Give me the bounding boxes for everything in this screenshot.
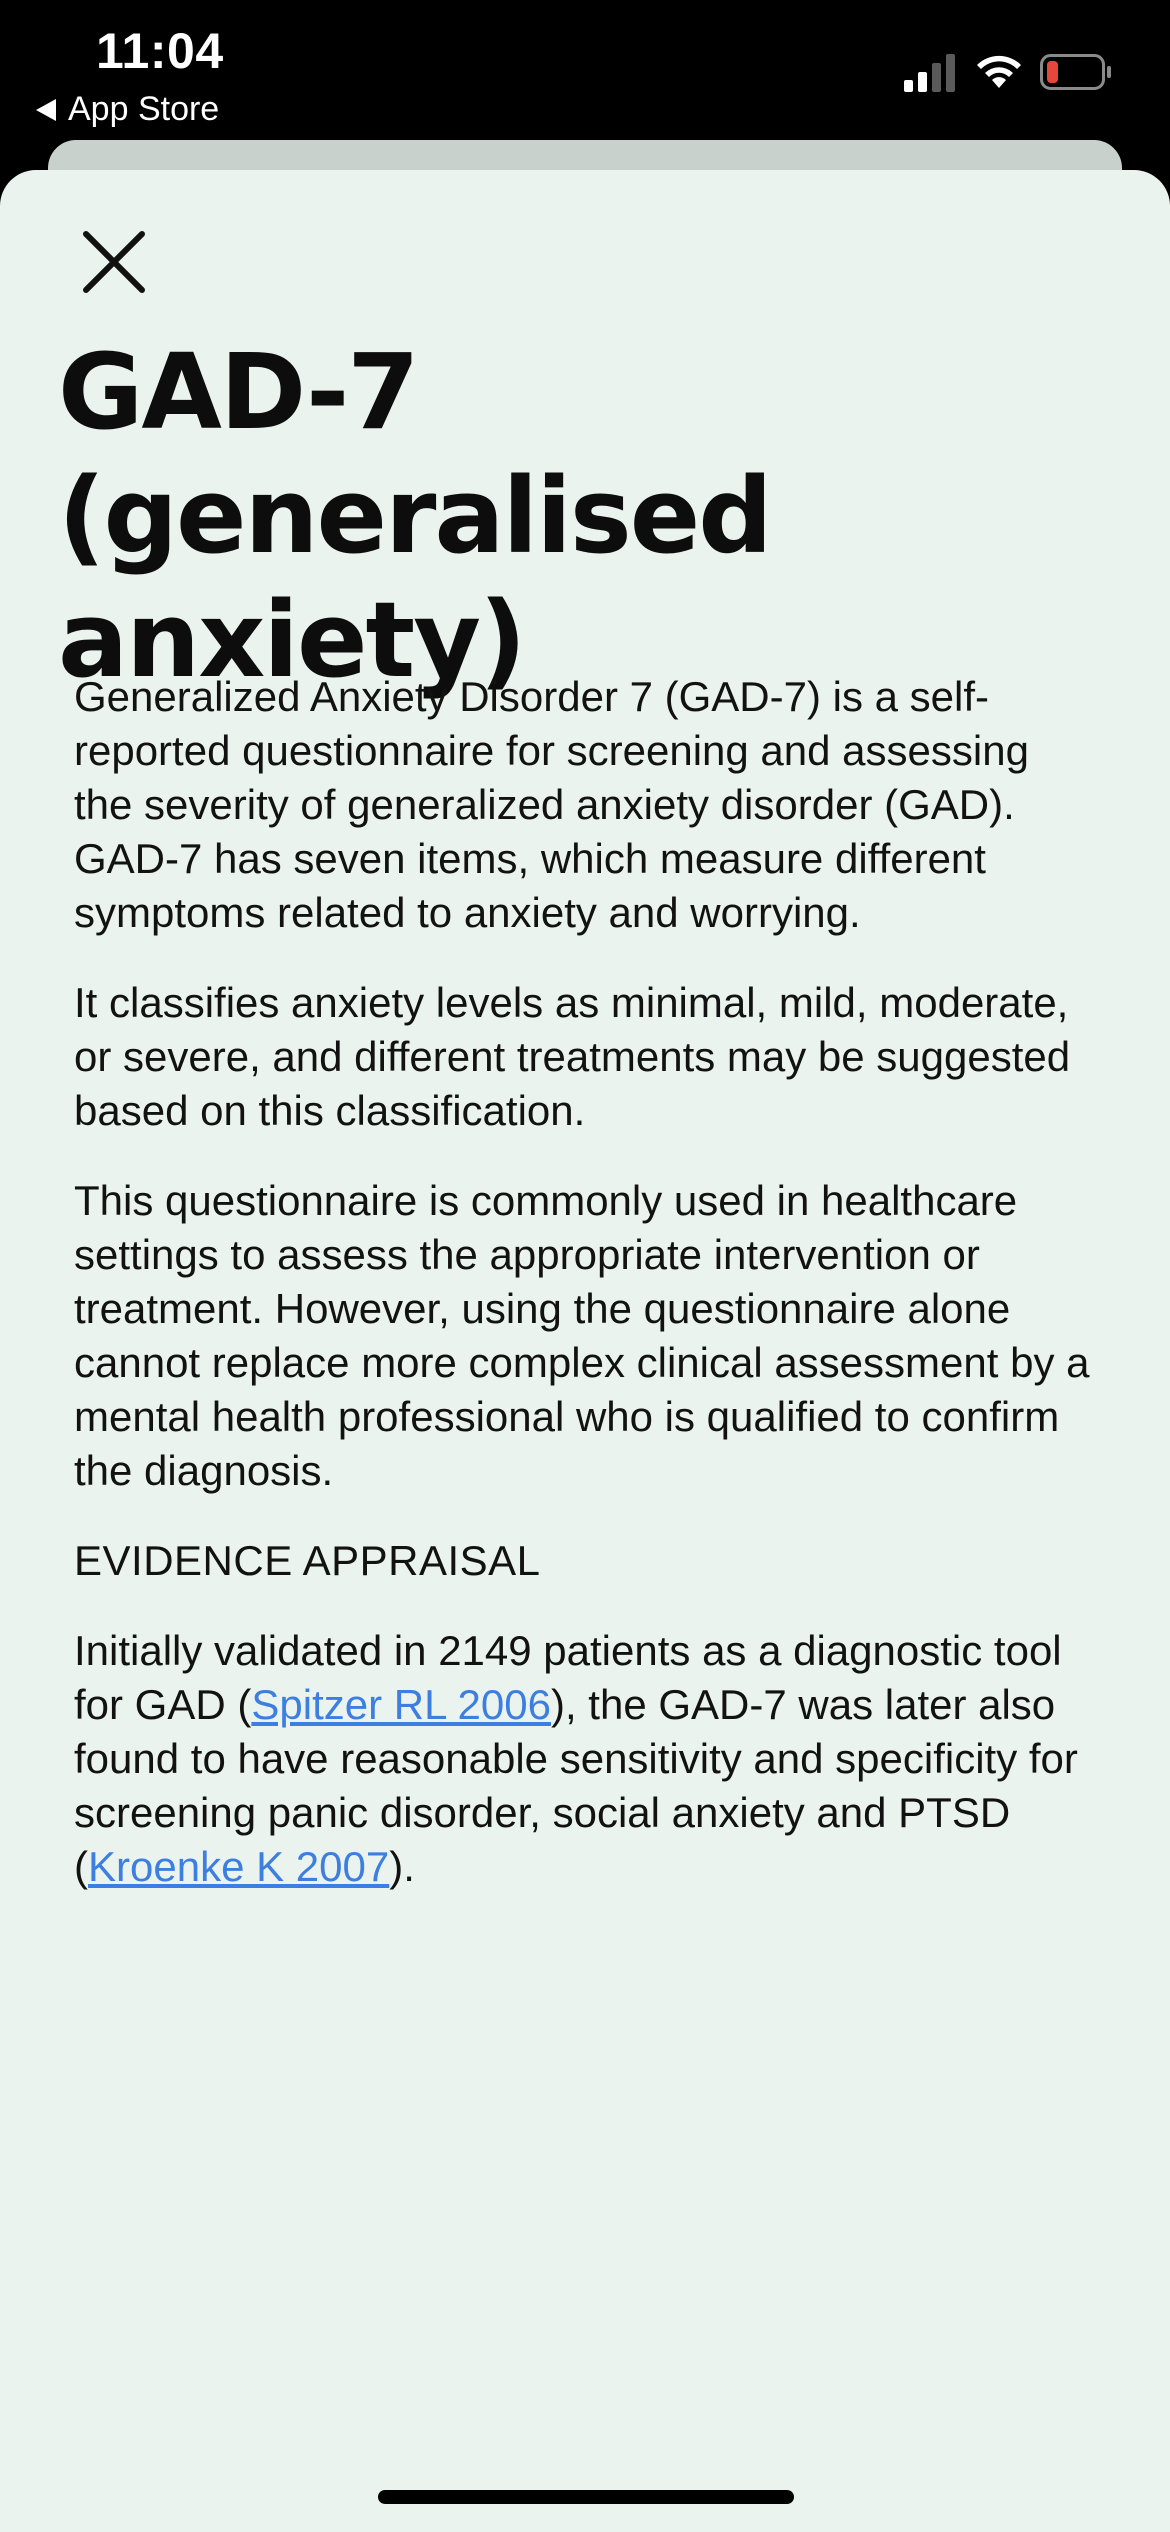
back-to-app-store-button[interactable]: App Store [36,90,219,129]
close-icon[interactable] [74,222,154,302]
evidence-paragraph: Initially validated in 2149 patients as … [74,1624,1094,1894]
spitzer-reference-link[interactable]: Spitzer RL 2006 [251,1681,551,1728]
back-app-label: App Store [68,90,220,128]
evidence-heading: EVIDENCE APPRAISAL [74,1537,541,1584]
description-paragraph: This questionnaire is commonly used in h… [74,1177,1090,1494]
home-indicator[interactable] [378,2490,794,2504]
back-triangle-icon [36,98,56,121]
battery-icon [1040,54,1111,90]
kroenke-reference-link[interactable]: Kroenke K 2007 [88,1843,389,1890]
description-paragraph: Generalized Anxiety Disorder 7 (GAD-7) i… [74,673,1029,936]
wifi-icon [977,55,1021,88]
status-bar: 11:04 App Store [0,0,1170,150]
evidence-text: ). [389,1843,415,1890]
description-content: Generalized Anxiety Disorder 7 (GAD-7) i… [74,670,1094,1930]
page-title: GAD-7 (generalised anxiety) [58,331,773,701]
description-paragraph: It classifies anxiety levels as minimal,… [74,979,1071,1134]
signal-icon [904,54,955,92]
modal-sheet: GAD-7 (generalised anxiety) Generalized … [0,170,1170,2532]
status-time: 11:04 [96,23,224,79]
